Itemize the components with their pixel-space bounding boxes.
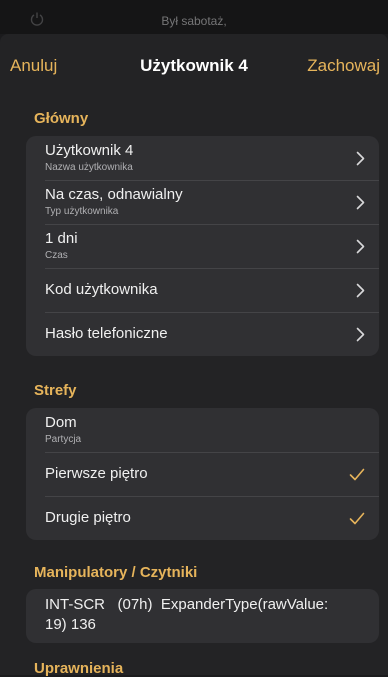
cancel-button[interactable]: Anuluj [10,56,57,76]
row-zone-first-floor[interactable]: Pierwsze piętro [26,452,379,496]
row-user-name[interactable]: Użytkownik 4 Nazwa użytkownika [26,136,379,180]
status-text: Był sabotaż, [161,14,227,28]
row-title-line2: 19) 136 [45,616,96,633]
row-keypad[interactable]: INT-SCR (07h) ExpanderType(rawValue: 19)… [26,589,379,643]
keypads-group: INT-SCR (07h) ExpanderType(rawValue: 19)… [26,589,379,643]
row-title: Na czas, odnawialny [45,186,183,203]
row-title-line1: INT-SCR (07h) ExpanderType(rawValue: [45,596,329,613]
row-title: 1 dni [45,230,78,247]
section-header-main: Główny [34,110,89,127]
section-header-permissions: Uprawnienia [34,660,124,677]
row-title: Hasło telefoniczne [45,325,168,342]
row-user-type[interactable]: Na czas, odnawialny Typ użytkownika [26,180,379,224]
chevron-right-icon [356,195,365,210]
row-title: Pierwsze piętro [45,465,148,482]
row-time[interactable]: 1 dni Czas [26,224,379,268]
row-partition: Dom Partycja [26,408,379,452]
status-bar: Był sabotaż, [0,0,388,34]
row-phone-password[interactable]: Hasło telefoniczne [26,312,379,356]
chevron-right-icon [356,283,365,298]
chevron-right-icon [356,327,365,342]
row-subtitle: Partycja [45,434,82,445]
section-header-zones: Strefy [34,382,77,399]
settings-list[interactable]: Główny Użytkownik 4 Nazwa użytkownika Na… [0,94,388,677]
row-title: Kod użytkownika [45,281,158,298]
save-button[interactable]: Zachowaj [307,56,380,76]
row-zone-second-floor[interactable]: Drugie piętro [26,496,379,540]
row-title: Użytkownik 4 [45,142,134,159]
checkmark-icon [349,512,365,525]
section-header-keypads: Manipulatory / Czytniki [34,564,198,581]
zones-group: Dom Partycja Pierwsze piętro Drugie pięt… [26,408,379,540]
row-title: Drugie piętro [45,509,131,526]
row-subtitle: Nazwa użytkownika [45,162,133,173]
checkmark-icon [349,468,365,481]
row-subtitle: Czas [45,250,68,261]
row-title: Dom [45,414,77,431]
main-group: Użytkownik 4 Nazwa użytkownika Na czas, … [26,136,379,356]
navigation-bar: Anuluj Użytkownik 4 Zachowaj [0,34,388,94]
row-user-code[interactable]: Kod użytkownika [26,268,379,312]
row-subtitle: Typ użytkownika [45,206,119,217]
chevron-right-icon [356,239,365,254]
chevron-right-icon [356,151,365,166]
